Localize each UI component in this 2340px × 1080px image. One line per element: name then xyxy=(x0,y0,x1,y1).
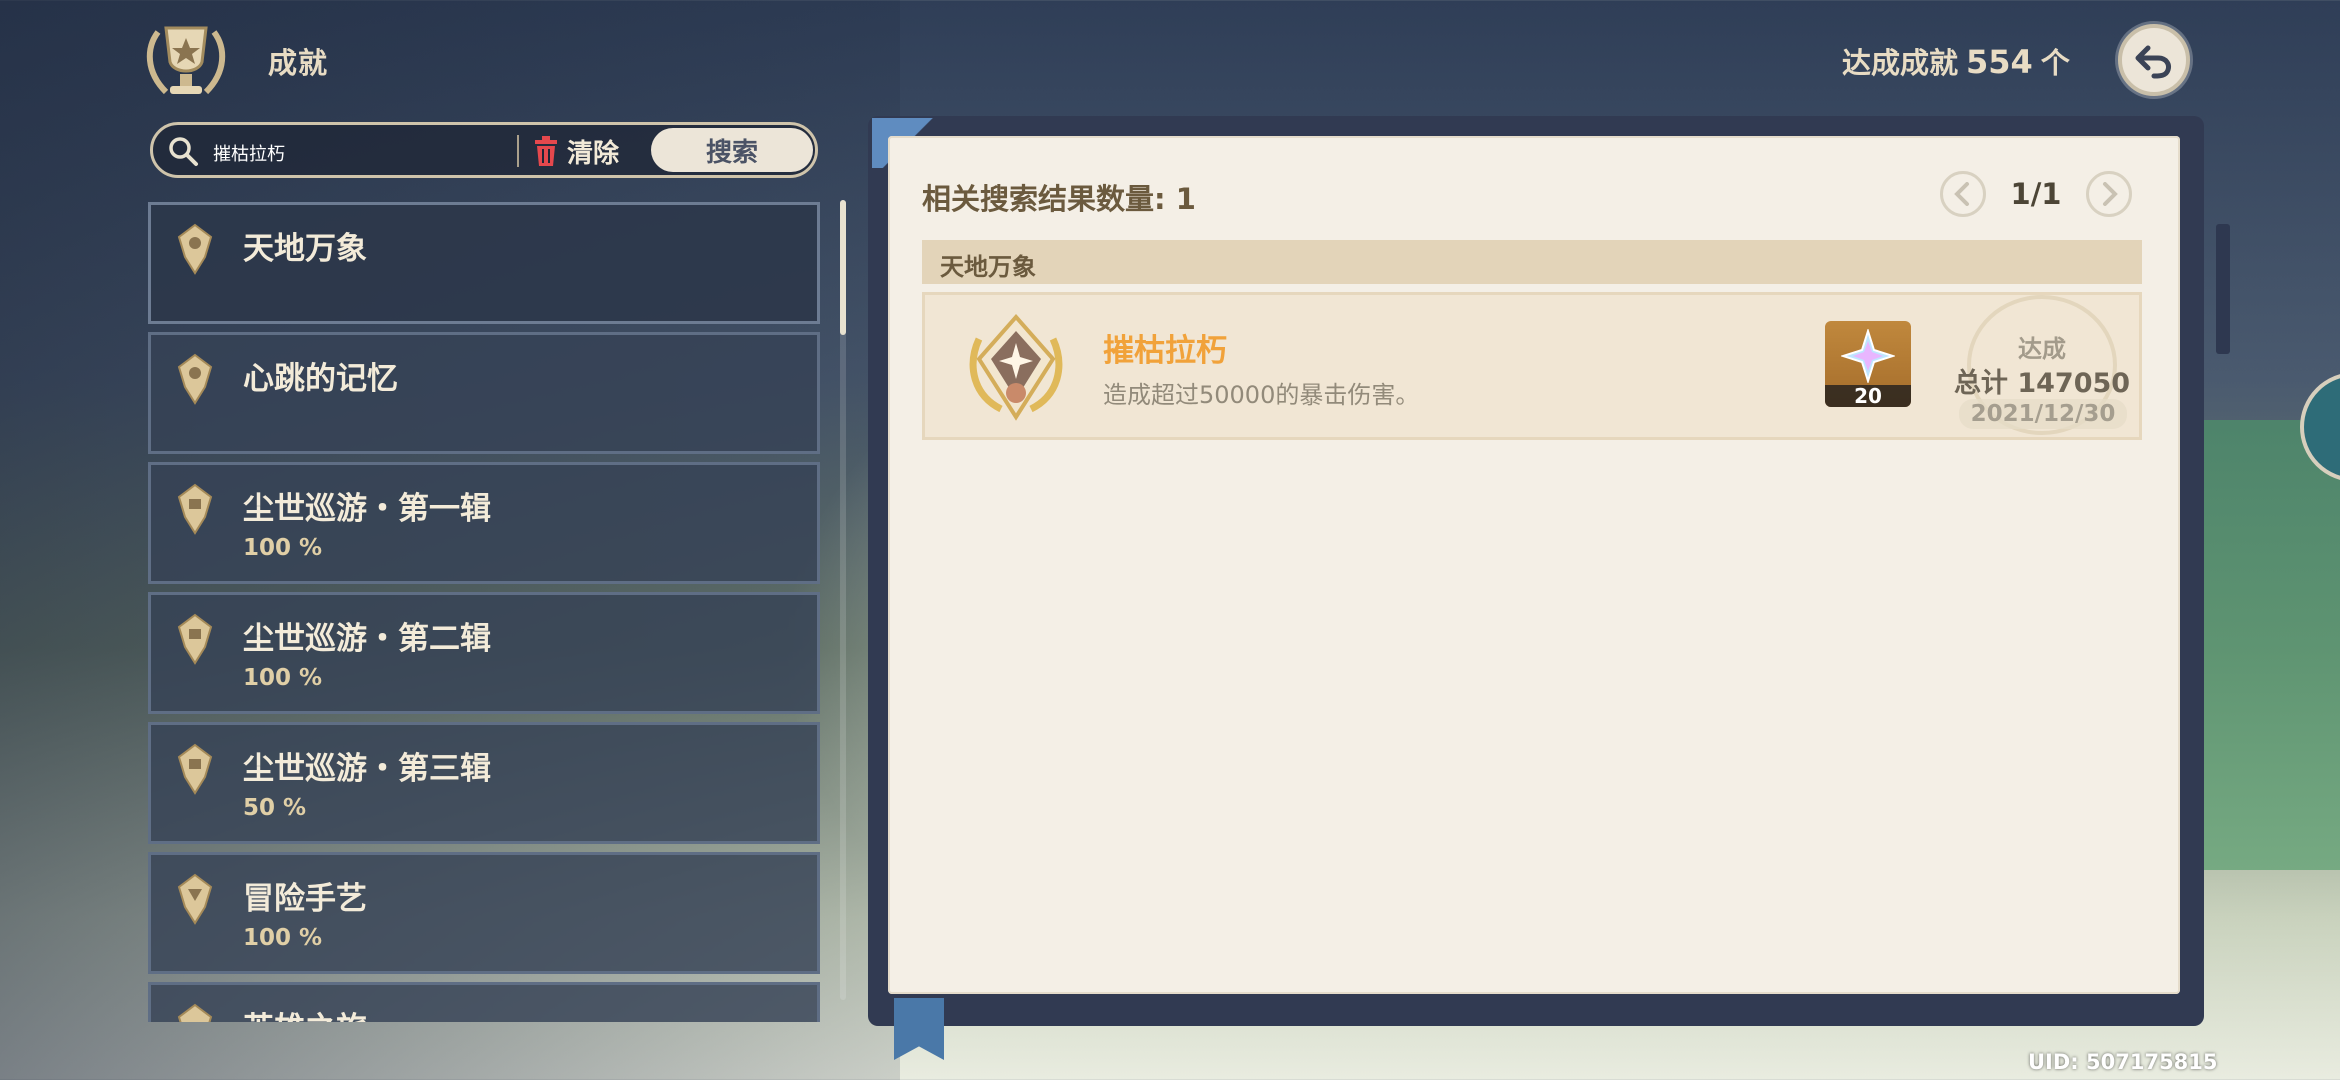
category-progress: 100 % xyxy=(243,535,323,561)
trophy-icon xyxy=(146,26,226,95)
category-item[interactable]: 冒险手艺 100 % xyxy=(148,852,820,974)
clear-button[interactable]: 清除 xyxy=(533,131,619,171)
prev-page-button[interactable] xyxy=(1940,171,1986,217)
section-header: 天地万象 xyxy=(922,240,2142,284)
page-indicator: 1/1 xyxy=(2010,177,2062,211)
pager: 1/1 xyxy=(1940,168,2132,220)
category-scrollbar-thumb[interactable] xyxy=(840,200,846,335)
category-item[interactable]: 心跳的记忆 xyxy=(148,332,820,454)
achievement-category-icon xyxy=(177,223,213,275)
results-count: 相关搜索结果数量: 1 xyxy=(922,182,1196,216)
stamp-total: 总计 147050 xyxy=(1953,368,2131,399)
achievement-category-icon xyxy=(177,483,213,535)
achievement-title: 摧枯拉朽 xyxy=(1103,333,1227,369)
achievement-badge-icon xyxy=(969,313,1063,421)
category-item[interactable]: 尘世巡游・第三辑 50 % xyxy=(148,722,820,844)
stamp-date: 2021/12/30 xyxy=(1959,399,2127,429)
category-item[interactable]: 尘世巡游・第二辑 100 % xyxy=(148,592,820,714)
clear-label: 清除 xyxy=(567,138,620,169)
category-progress: 50 % xyxy=(243,795,307,821)
achieved-counter: 达成成就 554 个 xyxy=(1842,40,2070,82)
achievement-category-icon xyxy=(177,353,213,405)
stamp-status: 达成 xyxy=(2018,335,2066,363)
page-title: 成就 xyxy=(268,46,329,80)
section-title: 天地万象 xyxy=(940,253,1036,281)
chevron-right-icon xyxy=(2103,182,2118,206)
back-button[interactable] xyxy=(2118,24,2190,96)
achievement-row[interactable]: 摧枯拉朽 造成超过50000的暴击伤害。 20 达成 总计 147050 202… xyxy=(922,292,2142,440)
achieved-unit: 个 xyxy=(2040,46,2070,80)
category-name: 天地万象 xyxy=(243,231,367,267)
bookmark-ribbon xyxy=(894,998,944,1060)
search-icon xyxy=(169,137,198,166)
achieved-label: 达成成就 xyxy=(1842,46,1959,80)
uid-label: UID: 507175815 xyxy=(2028,1050,2218,1074)
completion-stamp: 达成 总计 147050 2021/12/30 xyxy=(1954,295,2135,435)
achievement-category-icon xyxy=(177,873,213,925)
category-item[interactable]: 尘世巡游・第一辑 100 % xyxy=(148,462,820,584)
category-name: 心跳的记忆 xyxy=(243,361,398,397)
achievement-description: 造成超过50000的暴击伤害。 xyxy=(1103,381,1420,409)
achievement-category-icon xyxy=(177,743,213,795)
achievement-category-icon xyxy=(177,1003,213,1022)
primogem-icon xyxy=(1841,329,1895,383)
next-page-button[interactable] xyxy=(2086,171,2132,217)
category-progress: 100 % xyxy=(243,665,323,691)
category-item[interactable]: 天地万象 xyxy=(148,202,820,324)
category-progress: 100 % xyxy=(243,925,323,951)
category-list: 天地万象 心跳的记忆 尘世巡游・第一辑 100 % 尘世巡游・第二辑 100 %… xyxy=(148,202,820,1022)
search-bar: 清除 搜索 xyxy=(150,122,818,178)
book-edge-handle xyxy=(2216,224,2230,354)
category-name: 尘世巡游・第三辑 xyxy=(243,751,491,787)
category-name: 冒险手艺 xyxy=(243,881,367,917)
trash-icon xyxy=(535,136,557,166)
background-foliage xyxy=(2200,420,2340,870)
chevron-left-icon xyxy=(1954,182,1969,206)
achievement-category-icon xyxy=(177,613,213,665)
category-item[interactable]: 英雄之旅 xyxy=(148,982,820,1022)
category-name: 尘世巡游・第二辑 xyxy=(243,621,491,657)
back-arrow-icon xyxy=(2135,45,2171,79)
achieved-count: 554 xyxy=(1966,43,2033,81)
reward-count: 20 xyxy=(1825,385,1911,407)
search-divider xyxy=(517,135,519,167)
category-name: 英雄之旅 xyxy=(243,1003,367,1022)
category-name: 尘世巡游・第一辑 xyxy=(243,491,491,527)
reward-item[interactable]: 20 xyxy=(1825,321,1911,407)
search-button[interactable]: 搜索 xyxy=(651,128,813,172)
